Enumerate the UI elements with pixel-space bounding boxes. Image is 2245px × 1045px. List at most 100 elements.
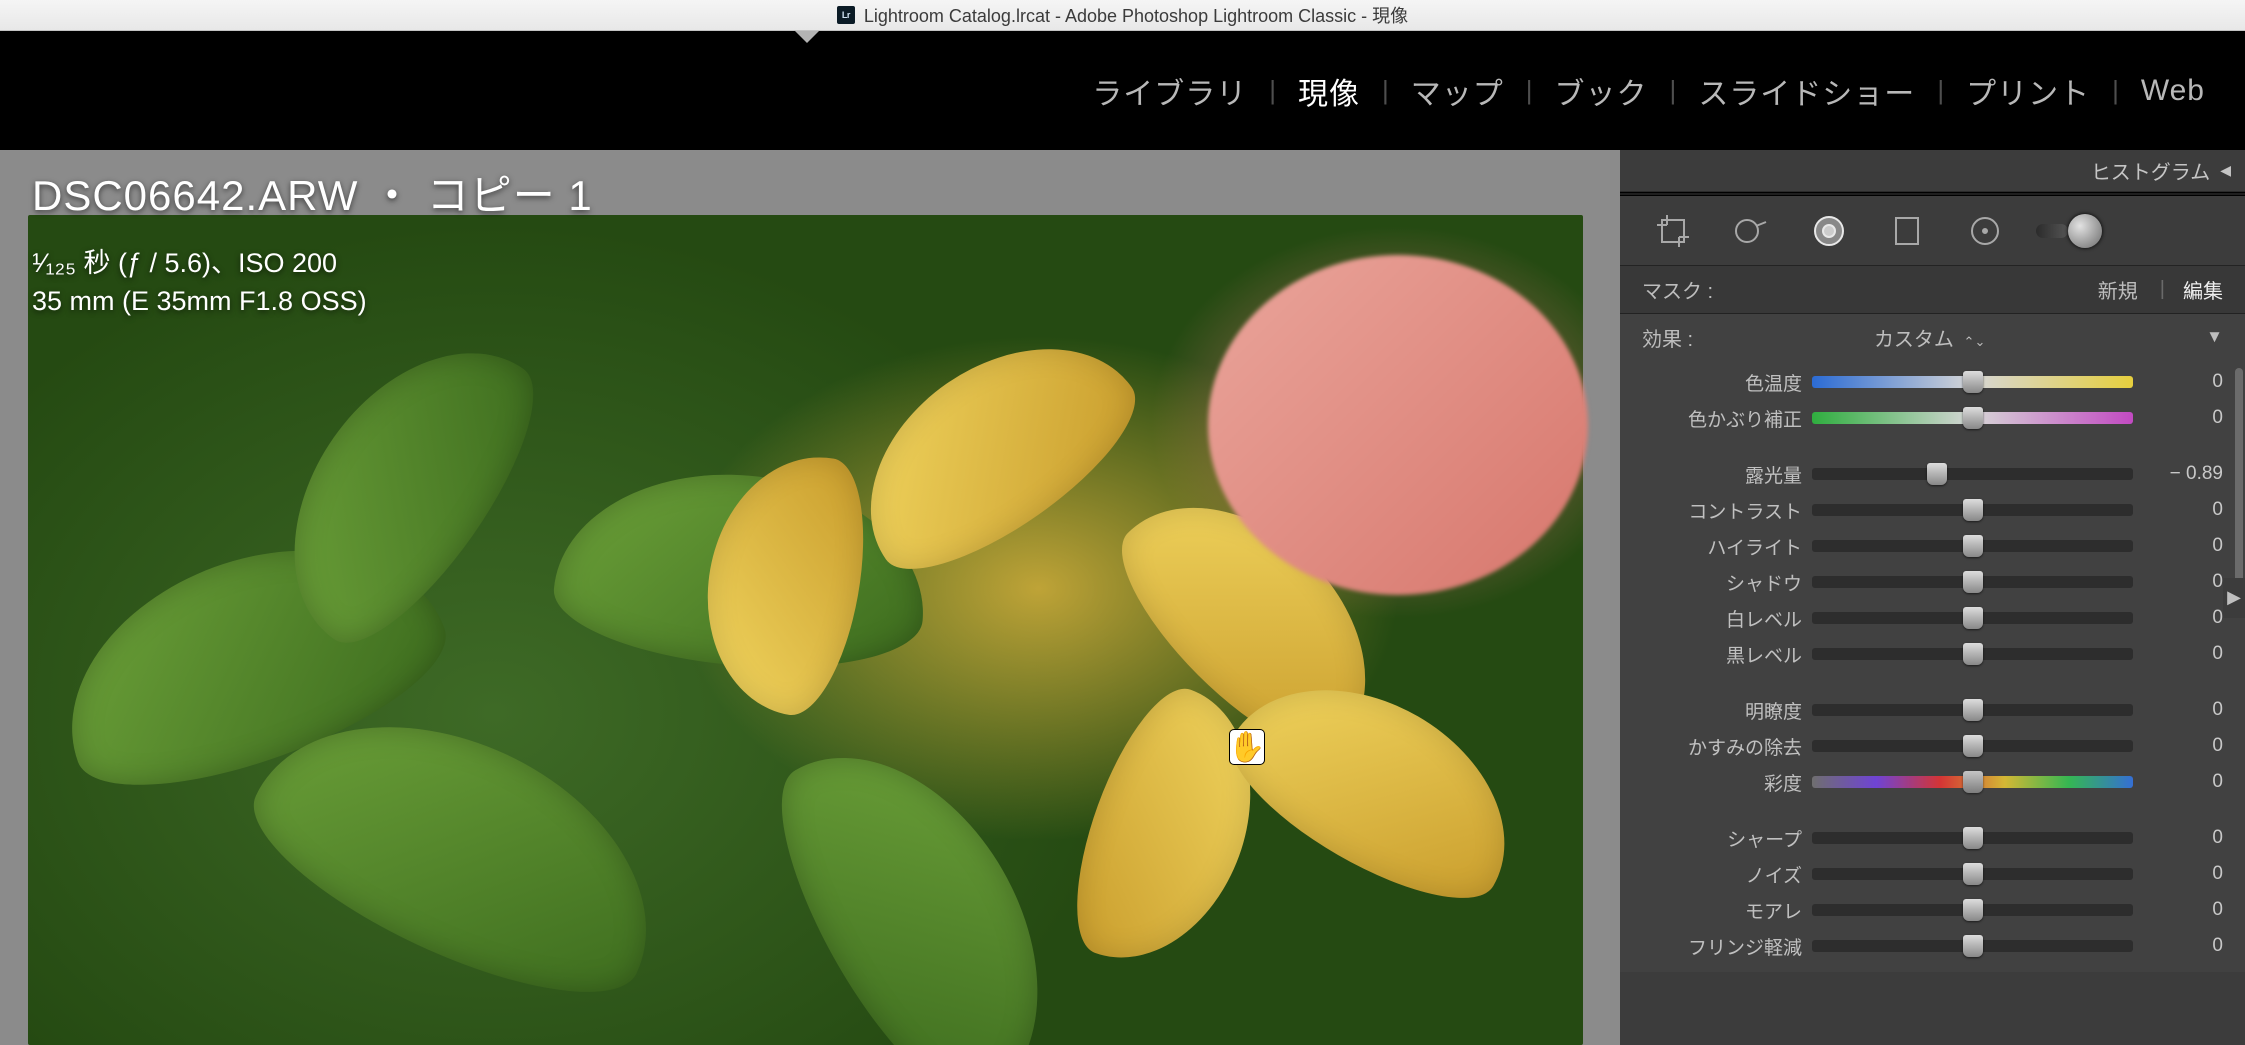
local-adjustment-toolstrip xyxy=(1620,196,2245,266)
slider-knob[interactable] xyxy=(1963,863,1983,885)
mask-new-button[interactable]: 新規 xyxy=(2098,275,2138,304)
image-preview-area[interactable]: DSC06642.ARW ・ コピー 1 ¹⁄₁₂₅ 秒 (ƒ / 5.6)、I… xyxy=(0,150,1620,1045)
slider-value: 0 xyxy=(2133,935,2223,957)
crop-tool-icon[interactable] xyxy=(1646,204,1700,258)
slider-knob[interactable] xyxy=(1963,407,1983,429)
module-tab-5[interactable]: プリント xyxy=(1944,69,2112,113)
slider-label: モアレ xyxy=(1642,897,1812,924)
mask-edit-button[interactable]: 編集 xyxy=(2183,275,2223,304)
slider-track[interactable] xyxy=(1812,540,2133,552)
slider-value: 0 xyxy=(2133,771,2223,793)
collapse-handle-icon[interactable] xyxy=(795,31,819,43)
slider-track[interactable] xyxy=(1812,940,2133,952)
disclosure-triangle-icon[interactable]: ▼ xyxy=(2206,327,2223,347)
slider-knob[interactable] xyxy=(1963,571,1983,593)
nav-separator: | xyxy=(1937,75,1944,106)
slider-knob[interactable] xyxy=(1963,371,1983,393)
module-tab-3[interactable]: ブック xyxy=(1533,69,1670,113)
workspace: DSC06642.ARW ・ コピー 1 ¹⁄₁₂₅ 秒 (ƒ / 5.6)、I… xyxy=(0,150,2245,1045)
slider-knob[interactable] xyxy=(1963,935,1983,957)
slider-value: 0 xyxy=(2133,863,2223,885)
slider-track[interactable] xyxy=(1812,376,2133,388)
module-tab-6[interactable]: Web xyxy=(2119,74,2227,108)
image-info-overlay: DSC06642.ARW ・ コピー 1 ¹⁄₁₂₅ 秒 (ƒ / 5.6)、I… xyxy=(32,162,593,317)
slider-track[interactable] xyxy=(1812,504,2133,516)
slider-label: フリンジ軽減 xyxy=(1642,933,1812,960)
slider-label: 色温度 xyxy=(1642,369,1812,396)
slider-track[interactable] xyxy=(1812,576,2133,588)
module-tab-2[interactable]: マップ xyxy=(1389,69,1526,113)
slider-track[interactable] xyxy=(1812,468,2133,480)
slider-track[interactable] xyxy=(1812,612,2133,624)
slider-track[interactable] xyxy=(1812,904,2133,916)
redeye-tool-icon[interactable] xyxy=(1802,204,1856,258)
effect-row[interactable]: 効果 : カスタム ⌃⌄ ▼ xyxy=(1620,314,2245,360)
histogram-label: ヒストグラム xyxy=(2091,156,2210,185)
slider-value: 0 xyxy=(2133,571,2223,593)
slider-track[interactable] xyxy=(1812,412,2133,424)
slider-label: 白レベル xyxy=(1642,605,1812,632)
spot-removal-tool-icon[interactable] xyxy=(1724,204,1778,258)
histogram-header[interactable]: ヒストグラム ◀ xyxy=(1620,150,2245,192)
collapse-triangle-icon[interactable]: ◀ xyxy=(2220,162,2231,179)
adjustment-brush-tool-icon[interactable] xyxy=(2036,204,2090,258)
slider-row: 露光量− 0.89 xyxy=(1642,456,2223,492)
chevron-updown-icon: ⌃⌄ xyxy=(1960,334,1985,349)
slider-knob[interactable] xyxy=(1963,607,1983,629)
nav-separator: | xyxy=(1269,75,1276,106)
nav-separator: | xyxy=(1382,75,1389,106)
slider-label: 黒レベル xyxy=(1642,641,1812,668)
slider-row: 白レベル 0 xyxy=(1642,600,2223,636)
slider-knob[interactable] xyxy=(1963,643,1983,665)
slider-value: 0 xyxy=(2133,643,2223,665)
module-tab-1[interactable]: 現像 xyxy=(1276,69,1382,113)
slider-track[interactable] xyxy=(1812,704,2133,716)
slider-knob[interactable] xyxy=(1963,499,1983,521)
window-title: Lightroom Catalog.lrcat - Adobe Photosho… xyxy=(864,2,1408,28)
slider-value: 0 xyxy=(2133,899,2223,921)
slider-knob[interactable] xyxy=(1963,699,1983,721)
module-picker: ライブラリ | 現像 | マップ | ブック | スライドショー | プリント … xyxy=(0,31,2245,150)
effect-preset-value[interactable]: カスタム ⌃⌄ xyxy=(1874,323,1985,352)
develop-right-panel: ヒストグラム ◀ マスク xyxy=(1620,150,2245,1045)
slider-value: 0 xyxy=(2133,371,2223,393)
slider-row: 色かぶり補正 0 xyxy=(1642,400,2223,436)
slider-knob[interactable] xyxy=(1927,463,1947,485)
panel-expand-handle-icon[interactable]: ▶ xyxy=(2223,578,2245,618)
slider-value: 0 xyxy=(2133,407,2223,429)
slider-knob[interactable] xyxy=(1963,899,1983,921)
slider-knob[interactable] xyxy=(1963,827,1983,849)
effect-label: 効果 : xyxy=(1642,323,1693,352)
image-exposure-info: ¹⁄₁₂₅ 秒 (ƒ / 5.6)、ISO 200 xyxy=(32,241,593,280)
panel-scrollbar[interactable] xyxy=(2235,368,2243,608)
brush-size-slider[interactable] xyxy=(2036,224,2068,238)
slider-track[interactable] xyxy=(1812,648,2133,660)
slider-row: コントラスト0 xyxy=(1642,492,2223,528)
mac-titlebar: Lr Lightroom Catalog.lrcat - Adobe Photo… xyxy=(0,0,2245,31)
slider-value: 0 xyxy=(2133,827,2223,849)
slider-row: 色温度 0 xyxy=(1642,364,2223,400)
slider-track[interactable] xyxy=(1812,740,2133,752)
slider-value: 0 xyxy=(2133,499,2223,521)
slider-track[interactable] xyxy=(1812,868,2133,880)
slider-row: シャドウ 0 xyxy=(1642,564,2223,600)
radial-filter-tool-icon[interactable] xyxy=(1958,204,2012,258)
mask-row: マスク : 新規 | 編集 xyxy=(1620,266,2245,314)
slider-value: 0 xyxy=(2133,607,2223,629)
lightroom-app-icon: Lr xyxy=(837,6,855,24)
photo[interactable] xyxy=(28,215,1583,1045)
slider-knob[interactable] xyxy=(1963,535,1983,557)
module-tab-0[interactable]: ライブラリ xyxy=(1070,69,1269,113)
slider-row: かすみの除去0 xyxy=(1642,728,2223,764)
slider-value: 0 xyxy=(2133,699,2223,721)
slider-track[interactable] xyxy=(1812,832,2133,844)
slider-row: ノイズ0 xyxy=(1642,856,2223,892)
slider-track[interactable] xyxy=(1812,776,2133,788)
slider-knob[interactable] xyxy=(1963,735,1983,757)
slider-knob[interactable] xyxy=(1963,771,1983,793)
module-tab-4[interactable]: スライドショー xyxy=(1676,69,1937,113)
graduated-filter-tool-icon[interactable] xyxy=(1880,204,1934,258)
slider-label: 色かぶり補正 xyxy=(1642,405,1812,432)
nav-separator: | xyxy=(2112,75,2119,106)
slider-label: シャドウ xyxy=(1642,569,1812,596)
